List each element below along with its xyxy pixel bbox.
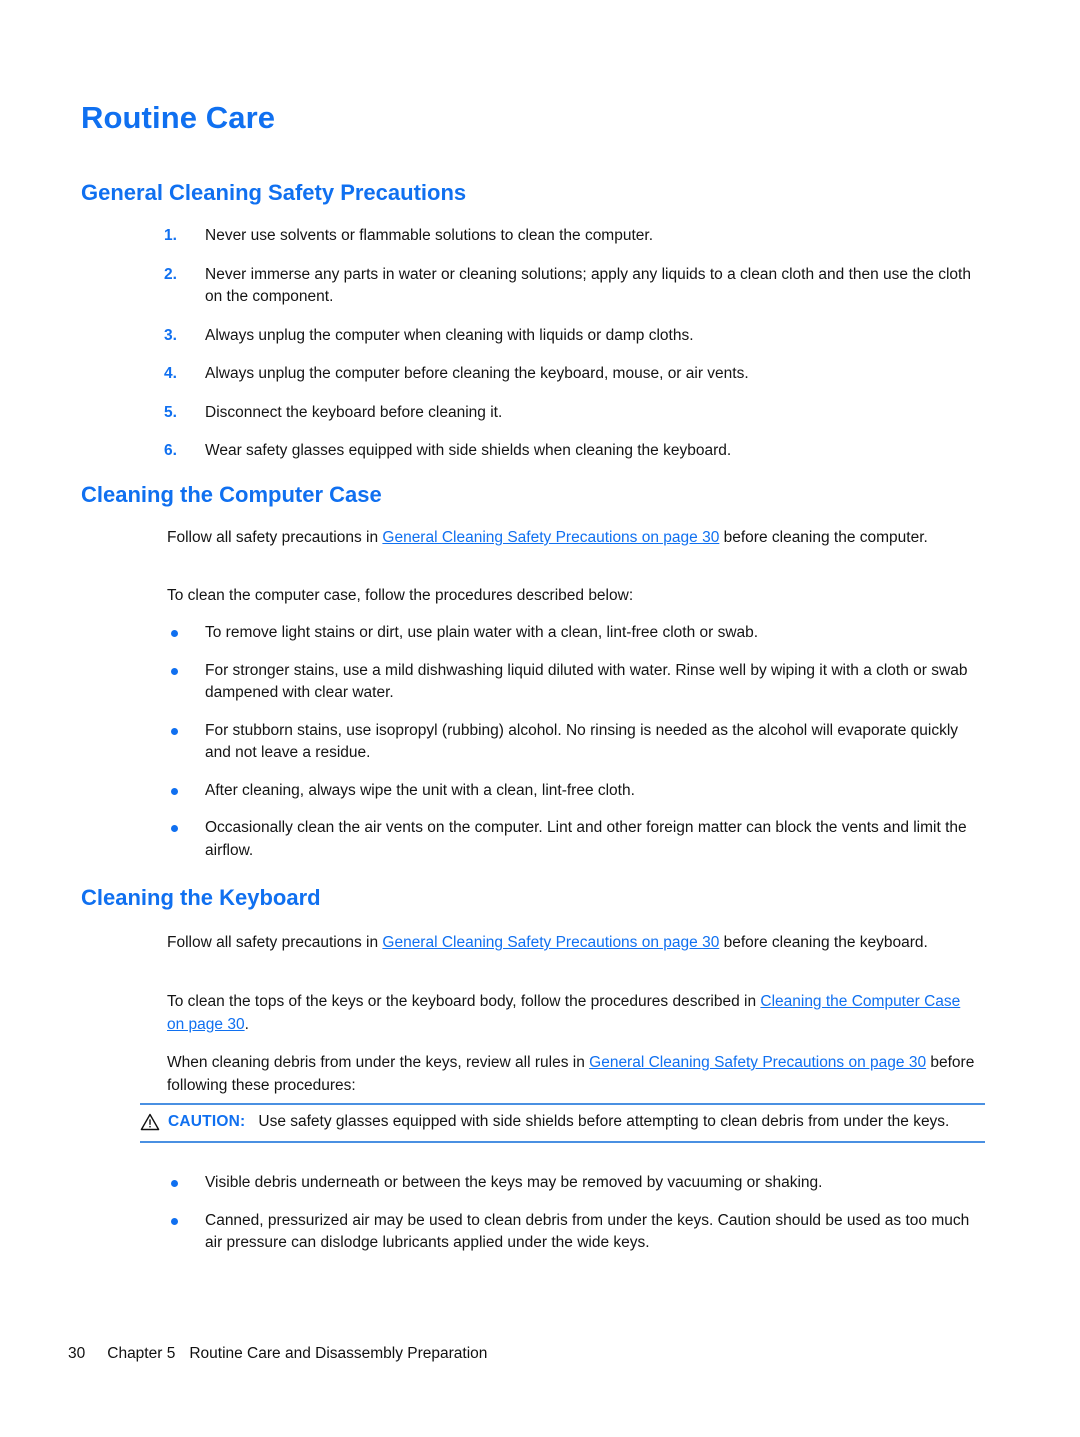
computer-case-bullet-list: To remove light stains or dirt, use plai…	[165, 622, 977, 862]
caution-box: CAUTION: Use safety glasses equipped with…	[140, 1103, 985, 1143]
section-heading-general-cleaning: General Cleaning Safety Precautions	[81, 180, 467, 205]
list-item: 5. Disconnect the keyboard before cleani…	[160, 402, 975, 425]
list-item: To remove light stains or dirt, use plai…	[165, 622, 977, 645]
list-item-text: For stubborn stains, use isopropyl (rubb…	[205, 721, 959, 762]
list-item: Canned, pressurized air may be used to c…	[165, 1210, 977, 1255]
footer-chapter-title: Routine Care and Disassembly Preparation	[189, 1345, 488, 1362]
list-item: 2. Never immerse any parts in water or c…	[160, 264, 975, 309]
list-item-text: Occasionally clean the air vents on the …	[205, 819, 967, 859]
paragraph-keyboard-safety: Follow all safety precautions in General…	[167, 932, 977, 955]
bullet-icon	[171, 727, 178, 735]
page-footer: 30 Chapter 5 Routine Care and Disassembly …	[68, 1345, 487, 1363]
paragraph-text-before: To clean the tops of the keys or the key…	[167, 993, 761, 1010]
bullet-icon	[171, 667, 178, 675]
paragraph-text-before: Follow all safety precautions in	[167, 934, 383, 951]
list-marker: 1.	[164, 227, 177, 244]
page-title: Routine Care	[81, 100, 276, 135]
list-marker: 4.	[164, 365, 177, 382]
bullet-icon	[171, 1180, 178, 1187]
list-item-text: Canned, pressurized air may be used to c…	[205, 1211, 970, 1252]
section-heading-cleaning-computer-case: Cleaning the Computer Case	[81, 482, 382, 507]
link-general-cleaning-safety-precautions[interactable]: General Cleaning Safety Precautions on p…	[589, 1054, 926, 1071]
list-item: For stronger stains, use a mild dishwash…	[165, 660, 977, 705]
list-item: Occasionally clean the air vents on the …	[165, 817, 977, 862]
paragraph-text-after: .	[244, 1015, 249, 1033]
paragraph-text-before: Follow all safety precautions in	[167, 529, 383, 546]
list-marker: 6.	[164, 442, 177, 459]
keyboard-bullet-list: Visible debris underneath or between the…	[165, 1172, 977, 1255]
list-item-text: Never immerse any parts in water or clea…	[205, 265, 971, 306]
general-cleaning-numbered-list: 1. Never use solvents or flammable solut…	[160, 225, 975, 463]
caution-content: CAUTION: Use safety glasses equipped with…	[140, 1111, 985, 1134]
list-item-text: After cleaning, always wipe the unit wit…	[205, 781, 635, 799]
paragraph-case-intro: To clean the computer case, follow the p…	[167, 587, 634, 604]
list-item: Visible debris underneath or between the…	[165, 1172, 977, 1195]
list-item: 1. Never use solvents or flammable solut…	[160, 225, 975, 248]
list-item: For stubborn stains, use isopropyl (rubb…	[165, 720, 977, 765]
list-item-text: Wear safety glasses equipped with side s…	[205, 442, 732, 459]
list-marker: 2.	[164, 265, 177, 283]
list-item: 3. Always unplug the computer when clean…	[160, 325, 975, 348]
list-item: After cleaning, always wipe the unit wit…	[165, 780, 977, 803]
bullet-icon	[171, 630, 178, 637]
link-general-cleaning-safety-precautions[interactable]: General Cleaning Safety Precautions on p…	[382, 529, 719, 546]
list-item-text: Visible debris underneath or between the…	[205, 1174, 823, 1191]
list-item: 6. Wear safety glasses equipped with sid…	[160, 440, 975, 463]
section-heading-cleaning-keyboard: Cleaning the Keyboard	[81, 885, 321, 910]
paragraph-case-safety: Follow all safety precautions in General…	[167, 527, 977, 550]
list-item-text: Always unplug the computer when cleaning…	[205, 326, 694, 344]
footer-page-number: 30	[68, 1345, 86, 1362]
paragraph-text-after: before cleaning the computer.	[719, 529, 928, 546]
list-marker: 5.	[164, 403, 177, 421]
list-item-text: Always unplug the computer before cleani…	[205, 365, 749, 382]
bullet-icon	[171, 787, 178, 795]
footer-chapter: Chapter 5	[107, 1345, 176, 1362]
caution-text: Use safety glasses equipped with side sh…	[258, 1113, 950, 1130]
list-item-text: For stronger stains, use a mild dishwash…	[205, 661, 968, 702]
warning-triangle-icon	[140, 1113, 160, 1131]
paragraph-text-before: When cleaning debris from under the keys…	[167, 1054, 590, 1071]
link-general-cleaning-safety-precautions[interactable]: General Cleaning Safety Precautions on p…	[382, 934, 719, 951]
paragraph-keyboard-tops: To clean the tops of the keys or the key…	[167, 991, 977, 1036]
list-item-text: Disconnect the keyboard before cleaning …	[205, 403, 503, 421]
list-item-text: Never use solvents or flammable solution…	[205, 227, 654, 244]
bullet-icon	[171, 825, 178, 832]
paragraph-keyboard-debris: When cleaning debris from under the keys…	[167, 1052, 977, 1097]
list-item-text: To remove light stains or dirt, use plai…	[205, 624, 759, 641]
paragraph-text-after: before cleaning the keyboard.	[719, 934, 928, 951]
bullet-icon	[171, 1217, 178, 1225]
list-item: 4. Always unplug the computer before cle…	[160, 363, 975, 386]
list-marker: 3.	[164, 326, 177, 344]
caution-label: CAUTION:	[168, 1113, 246, 1130]
document-page: Routine Care General Cleaning Safety Pre…	[0, 0, 1080, 1437]
